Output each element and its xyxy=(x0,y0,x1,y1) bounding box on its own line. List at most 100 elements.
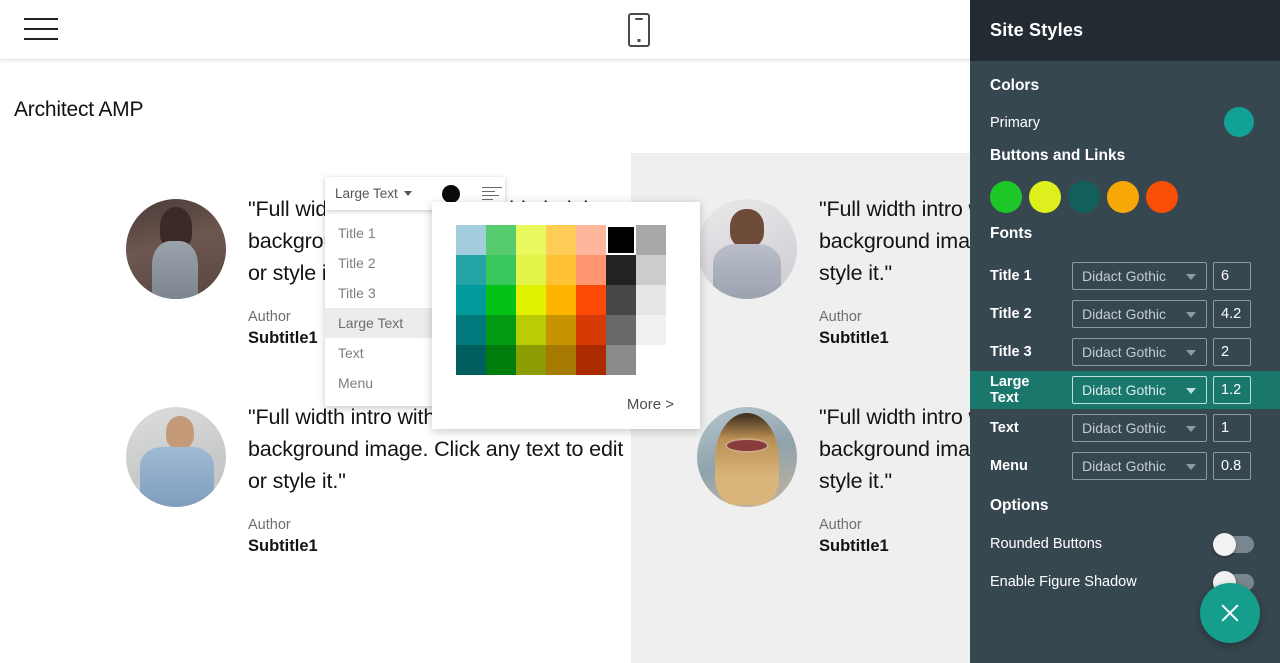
testimonial-author-label[interactable]: Author xyxy=(248,517,631,533)
rounded-buttons-label: Rounded Buttons xyxy=(990,536,1102,552)
font-family-select-value: Didact Gothic xyxy=(1082,344,1166,360)
font-size-input[interactable]: 1 xyxy=(1213,414,1251,442)
color-swatch[interactable] xyxy=(576,285,606,315)
chevron-down-icon xyxy=(1186,464,1196,470)
toggle-knob xyxy=(1213,533,1236,556)
color-swatch[interactable] xyxy=(486,285,516,315)
button-color-swatch[interactable] xyxy=(990,181,1022,213)
font-family-select[interactable]: Didact Gothic xyxy=(1072,376,1207,404)
button-color-swatch[interactable] xyxy=(1146,181,1178,213)
font-family-select[interactable]: Didact Gothic xyxy=(1072,300,1207,328)
color-swatch-grid xyxy=(456,225,666,375)
site-brand[interactable]: Architect AMP xyxy=(14,98,143,122)
chevron-down-icon xyxy=(1186,312,1196,318)
hamburger-icon[interactable] xyxy=(24,14,58,44)
color-picker-popup: More > xyxy=(432,202,700,429)
color-swatch[interactable] xyxy=(606,285,636,315)
button-color-swatch[interactable] xyxy=(1068,181,1100,213)
fonts-table: Title 1Didact Gothic6 Title 2 Didact Gothi… xyxy=(970,257,1280,485)
color-swatch[interactable] xyxy=(636,345,666,375)
color-swatch[interactable] xyxy=(606,345,636,375)
color-swatch[interactable] xyxy=(546,255,576,285)
color-swatch[interactable] xyxy=(576,345,606,375)
color-swatch[interactable] xyxy=(606,255,636,285)
font-row: Text Didact Gothic1 xyxy=(970,409,1280,447)
button-color-swatch[interactable] xyxy=(1107,181,1139,213)
font-row: Title 1Didact Gothic6 xyxy=(970,257,1280,295)
color-swatch[interactable] xyxy=(576,315,606,345)
color-swatch[interactable] xyxy=(456,285,486,315)
color-swatch[interactable] xyxy=(486,255,516,285)
text-color-swatch-button[interactable] xyxy=(442,185,460,203)
font-row-label: Text xyxy=(990,420,1062,436)
testimonial-author-name[interactable]: Subtitle1 xyxy=(248,537,631,556)
font-family-select[interactable]: Didact Gothic xyxy=(1072,262,1207,290)
color-swatch[interactable] xyxy=(636,225,666,255)
chevron-down-icon xyxy=(1186,388,1196,394)
avatar xyxy=(126,199,226,299)
avatar xyxy=(126,407,226,507)
color-swatch[interactable] xyxy=(486,315,516,345)
text-style-dropdown[interactable]: Large Text xyxy=(325,177,422,210)
button-color-swatches xyxy=(970,175,1280,213)
font-row: Title 2 Didact Gothic4.2 xyxy=(970,295,1280,333)
color-swatch[interactable] xyxy=(636,315,666,345)
color-swatch[interactable] xyxy=(456,345,486,375)
button-color-swatch[interactable] xyxy=(1029,181,1061,213)
color-swatch[interactable] xyxy=(576,255,606,285)
color-swatch[interactable] xyxy=(636,285,666,315)
style-menu-item-title-3[interactable]: Title 3 xyxy=(325,278,438,308)
chevron-down-icon xyxy=(1186,426,1196,432)
options-section-heading: Options xyxy=(970,485,1280,525)
color-swatch[interactable] xyxy=(546,285,576,315)
chevron-down-icon xyxy=(1186,350,1196,356)
color-swatch[interactable] xyxy=(516,345,546,375)
style-menu-item-title-2[interactable]: Title 2 xyxy=(325,248,438,278)
color-swatch[interactable] xyxy=(456,315,486,345)
color-swatch[interactable] xyxy=(606,315,636,345)
font-size-input[interactable]: 1.2 xyxy=(1213,376,1251,404)
font-size-input[interactable]: 0.8 xyxy=(1213,452,1251,480)
color-swatch[interactable] xyxy=(516,285,546,315)
rounded-buttons-toggle[interactable] xyxy=(1214,536,1254,553)
color-swatch[interactable] xyxy=(576,225,606,255)
font-family-select[interactable]: Didact Gothic xyxy=(1072,414,1207,442)
style-menu-item-title-1[interactable]: Title 1 xyxy=(325,218,438,248)
hamburger-bar xyxy=(24,18,58,20)
avatar xyxy=(697,407,797,507)
font-family-select[interactable]: Didact Gothic xyxy=(1072,338,1207,366)
chevron-down-icon xyxy=(1186,274,1196,280)
color-picker-more-link[interactable]: More > xyxy=(627,396,674,413)
color-swatch[interactable] xyxy=(456,255,486,285)
close-panel-button[interactable] xyxy=(1200,583,1260,643)
font-size-input[interactable]: 4.2 xyxy=(1213,300,1251,328)
mobile-device-icon[interactable] xyxy=(628,13,650,47)
font-family-select[interactable]: Didact Gothic xyxy=(1072,452,1207,480)
color-swatch[interactable] xyxy=(486,225,516,255)
font-row: Large TextDidact Gothic1.2 xyxy=(970,371,1280,409)
color-swatch[interactable] xyxy=(546,345,576,375)
color-swatch[interactable] xyxy=(486,345,516,375)
style-menu-item-menu[interactable]: Menu xyxy=(325,368,438,398)
color-swatch[interactable] xyxy=(516,255,546,285)
buttons-links-label: Buttons and Links xyxy=(970,141,1280,175)
color-swatch[interactable] xyxy=(516,315,546,345)
font-size-input[interactable]: 2 xyxy=(1213,338,1251,366)
font-row-label: Title 2 xyxy=(990,306,1062,322)
text-align-left-icon[interactable] xyxy=(482,187,502,201)
panel-title: Site Styles xyxy=(990,20,1083,41)
font-family-select-value: Didact Gothic xyxy=(1082,382,1166,398)
option-row-rounded-buttons: Rounded Buttons xyxy=(970,525,1280,563)
text-style-dropdown-label: Large Text xyxy=(335,186,398,201)
color-swatch[interactable] xyxy=(456,225,486,255)
color-swatch[interactable] xyxy=(516,225,546,255)
color-swatch[interactable] xyxy=(546,315,576,345)
color-swatch[interactable] xyxy=(606,225,636,255)
primary-color-swatch[interactable] xyxy=(1224,107,1254,137)
color-swatch[interactable] xyxy=(546,225,576,255)
font-row-label: Title 3 xyxy=(990,344,1062,360)
style-menu-item-large-text[interactable]: Large Text xyxy=(325,308,438,338)
style-menu-item-text[interactable]: Text xyxy=(325,338,438,368)
font-size-input[interactable]: 6 xyxy=(1213,262,1251,290)
color-swatch[interactable] xyxy=(636,255,666,285)
